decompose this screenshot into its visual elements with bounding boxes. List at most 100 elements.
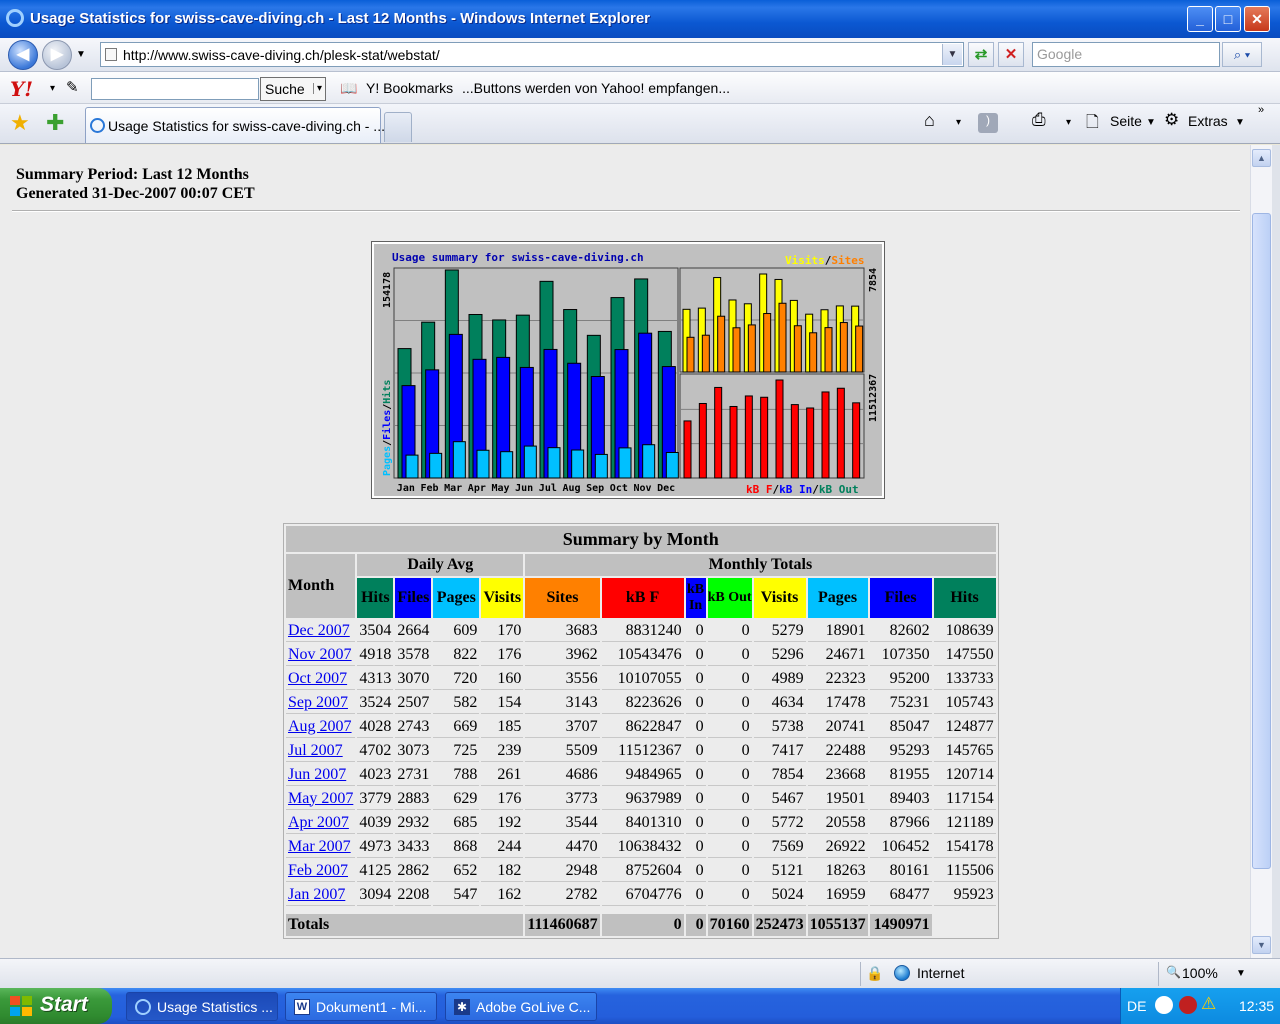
security-lock-icon[interactable]: 🔒 xyxy=(866,965,883,982)
new-tab-button[interactable] xyxy=(384,112,412,142)
golive-icon: ✱ xyxy=(454,999,470,1015)
month-link[interactable]: Jan 2007 xyxy=(288,886,345,903)
col-header-files: Files xyxy=(869,578,932,618)
search-input[interactable]: Google xyxy=(1032,42,1220,67)
clock: 12:35 xyxy=(1239,998,1275,1014)
print-icon[interactable]: ⎙ xyxy=(1032,110,1046,130)
month-link[interactable]: Aug 2007 xyxy=(288,718,352,735)
table-cell: 3504 xyxy=(357,620,394,642)
table-cell: 115506 xyxy=(933,860,996,882)
table-row: Sep 2007 3524 2507 582 154 3143 8223626 0 0 4634 1… xyxy=(286,692,996,714)
table-cell: 145765 xyxy=(933,740,996,762)
suche-button[interactable]: Suche ▾ xyxy=(260,77,326,101)
table-cell: 75231 xyxy=(869,692,932,714)
task-dokument1[interactable]: W Dokument1 - Mi... xyxy=(285,992,437,1021)
table-row: Jul 2007 4702 3073 725 239 5509 11512367 0 0 7417… xyxy=(286,740,996,762)
month-link[interactable]: Jul 2007 xyxy=(288,742,343,759)
maximize-button[interactable]: □ xyxy=(1215,6,1241,32)
tab-usage-statistics[interactable]: Usage Statistics for swiss-cave-diving.c… xyxy=(85,107,385,143)
table-cell: 669 xyxy=(433,716,480,738)
pencil-icon[interactable]: ✎ xyxy=(66,78,79,96)
col-header-pages: Pages xyxy=(807,578,868,618)
suche-dropdown-icon[interactable]: ▾ xyxy=(313,83,322,94)
scroll-thumb[interactable] xyxy=(1252,213,1271,869)
scroll-down-icon[interactable]: ▼ xyxy=(1252,936,1271,954)
month-link[interactable]: Jun 2007 xyxy=(288,766,346,783)
month-link[interactable]: Mar 2007 xyxy=(288,838,351,855)
task-usage-statistics[interactable]: Usage Statistics ... xyxy=(126,992,278,1021)
history-dropdown-icon[interactable]: ▼ xyxy=(76,49,86,60)
table-cell: 182 xyxy=(481,860,524,882)
extras-menu[interactable]: Extras xyxy=(1188,113,1228,129)
home-dropdown-icon[interactable]: ▾ xyxy=(956,117,961,128)
address-field[interactable]: http://www.swiss-cave-diving.ch/plesk-st… xyxy=(100,42,964,67)
table-cell: 17478 xyxy=(807,692,868,714)
start-label: Start xyxy=(40,993,88,1016)
month-link[interactable]: Sep 2007 xyxy=(288,694,348,711)
yahoo-dropdown-icon[interactable]: ▾ xyxy=(50,83,55,94)
pages-bar xyxy=(547,447,561,479)
totals-cell: 0 xyxy=(601,914,684,936)
task-golive[interactable]: ✱ Adobe GoLive C... xyxy=(445,992,597,1021)
month-link[interactable]: Nov 2007 xyxy=(288,646,352,663)
forward-button[interactable]: ▶ xyxy=(42,40,72,70)
table-cell: 4125 xyxy=(357,860,394,882)
tab-bar: ★ ✚ Usage Statistics for swiss-cave-divi… xyxy=(0,104,1280,144)
table-row: May 2007 3779 2883 629 176 3773 9637989 0 0 5467 1… xyxy=(286,788,996,810)
chevron-more-icon[interactable]: » xyxy=(1258,104,1264,116)
table-cell: 108639 xyxy=(933,620,996,642)
month-link[interactable]: Feb 2007 xyxy=(288,862,348,879)
yahoo-search-input[interactable] xyxy=(91,78,259,100)
print-dropdown-icon[interactable]: ▾ xyxy=(1066,117,1071,128)
sites-bar xyxy=(778,302,787,373)
extras-dropdown-icon[interactable]: ▼ xyxy=(1235,117,1245,128)
month-link[interactable]: Apr 2007 xyxy=(288,814,349,831)
table-cell: 4918 xyxy=(357,644,394,666)
page-dropdown-icon[interactable]: ▼ xyxy=(1146,117,1156,128)
month-cell: Mar 2007 xyxy=(286,836,356,858)
table-cell: 170 xyxy=(481,620,524,642)
yahoo-bookmarks[interactable]: Y! Bookmarks xyxy=(366,80,453,96)
table-cell: 3073 xyxy=(395,740,432,762)
minimize-button[interactable]: _ xyxy=(1187,6,1213,32)
home-icon[interactable]: ⌂ xyxy=(924,110,935,131)
table-cell: 107350 xyxy=(869,644,932,666)
feeds-icon[interactable]: ) xyxy=(978,113,998,133)
add-favorite-icon[interactable]: ✚ xyxy=(46,110,64,136)
col-header-visits: Visits xyxy=(481,578,524,618)
task-label: Usage Statistics ... xyxy=(157,999,273,1015)
refresh-button[interactable]: ⇄ xyxy=(968,42,994,67)
start-button[interactable]: Start xyxy=(0,988,112,1024)
language-indicator[interactable]: DE xyxy=(1127,998,1146,1014)
zoom-dropdown-icon[interactable]: ▼ xyxy=(1236,968,1246,979)
zoom-level[interactable]: 100% xyxy=(1182,965,1218,981)
scroll-up-icon[interactable]: ▲ xyxy=(1252,149,1271,167)
ie-icon xyxy=(6,9,24,27)
stop-button[interactable]: ✕ xyxy=(998,42,1024,67)
pages-bar xyxy=(452,441,466,479)
table-cell: 8831240 xyxy=(601,620,684,642)
table-cell: 23668 xyxy=(807,764,868,786)
page-menu[interactable]: Seite xyxy=(1110,113,1142,129)
warning-icon[interactable]: ⚠ xyxy=(1201,994,1216,1014)
month-link[interactable]: Dec 2007 xyxy=(288,622,350,639)
security-zone[interactable]: Internet xyxy=(917,965,964,981)
yahoo-logo-icon[interactable]: Y! xyxy=(10,77,33,101)
close-button[interactable]: ✕ xyxy=(1244,6,1270,32)
month-link[interactable]: Oct 2007 xyxy=(288,670,347,687)
kbf-bar xyxy=(714,386,723,479)
tray-app-icon[interactable] xyxy=(1155,996,1173,1014)
vertical-scrollbar[interactable]: ▲ ▼ xyxy=(1250,145,1272,958)
table-cell: 19501 xyxy=(807,788,868,810)
table-cell: 18263 xyxy=(807,860,868,882)
month-tick-label: Feb xyxy=(420,483,439,494)
back-button[interactable]: ◀ xyxy=(8,40,38,70)
tray-security-icon[interactable] xyxy=(1179,996,1197,1014)
favorites-star-icon[interactable]: ★ xyxy=(10,110,30,136)
month-link[interactable]: May 2007 xyxy=(288,790,353,807)
table-cell: 8752604 xyxy=(601,860,684,882)
kbf-bar xyxy=(821,391,830,479)
table-cell: 0 xyxy=(707,644,752,666)
search-button[interactable]: ⌕ ▾ xyxy=(1222,42,1262,67)
address-dropdown-icon[interactable]: ▼ xyxy=(942,44,962,65)
